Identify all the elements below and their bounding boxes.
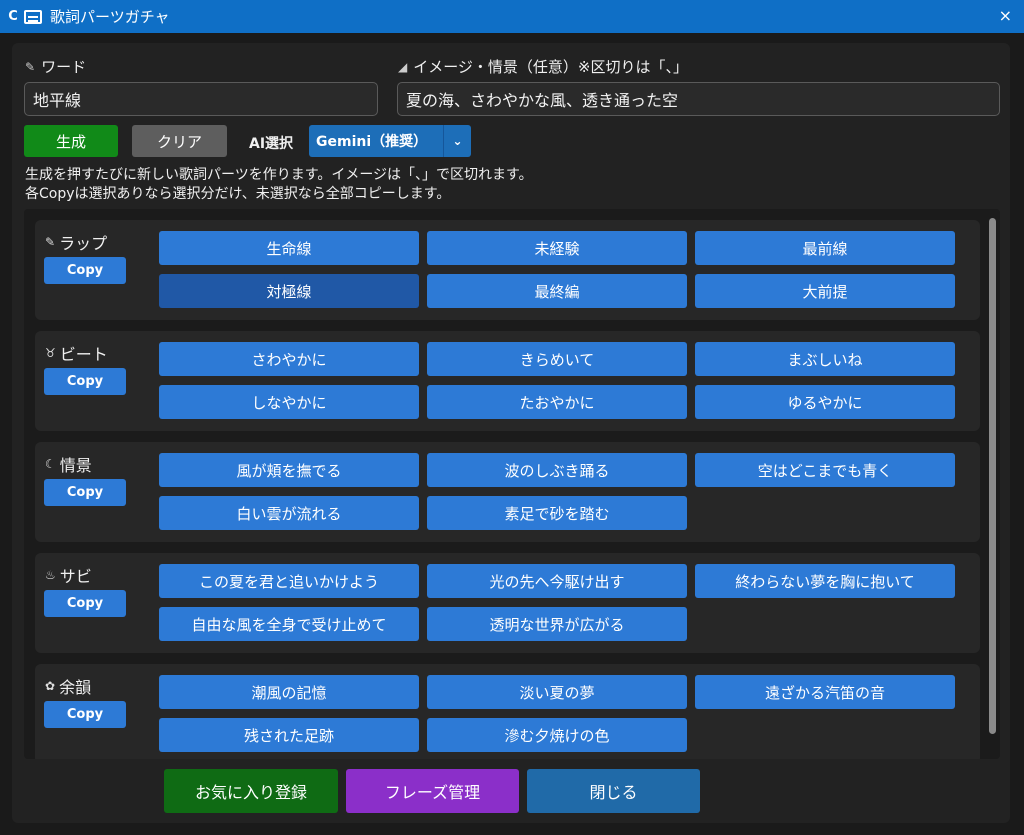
scrollbar[interactable] bbox=[989, 218, 996, 734]
word-label: ワード bbox=[41, 58, 87, 76]
image-label-row: ◢ イメージ・情景（任意）※区切りは「、」 bbox=[398, 56, 688, 77]
chip[interactable]: 淡い夏の夢 bbox=[427, 675, 687, 709]
chip[interactable]: 透明な世界が広がる bbox=[427, 607, 687, 641]
chip[interactable]: 最終編 bbox=[427, 274, 687, 308]
favorite-button[interactable]: お気に入り登録 bbox=[164, 769, 338, 813]
chip[interactable]: 風が頬を撫でる bbox=[159, 453, 419, 487]
wave-icon: ◢ bbox=[398, 59, 408, 74]
section-title: ✿ 余韻 bbox=[45, 678, 92, 697]
chip[interactable]: まぶしいね bbox=[695, 342, 955, 376]
close-button[interactable]: 閉じる bbox=[527, 769, 700, 813]
copy-button[interactable]: Copy bbox=[44, 368, 126, 395]
microphone-icon: ✎ bbox=[45, 235, 56, 249]
section-chorus: ♨ サビ Copy この夏を君と追いかけよう 光の先へ今駆け出す 終わらない夢を胸… bbox=[35, 553, 980, 653]
clear-button[interactable]: クリア bbox=[132, 125, 227, 157]
section-afterglow: ✿ 余韻 Copy 潮風の記憶 淡い夏の夢 遠ざかる汽笛の音 残された足跡 滲む夕… bbox=[35, 664, 980, 759]
section-title: ✎ ラップ bbox=[45, 234, 108, 253]
copy-button[interactable]: Copy bbox=[44, 257, 126, 284]
phrase-manage-button[interactable]: フレーズ管理 bbox=[346, 769, 519, 813]
app-logo-icon: C bbox=[8, 9, 18, 24]
chip[interactable]: さわやかに bbox=[159, 342, 419, 376]
chip[interactable]: きらめいて bbox=[427, 342, 687, 376]
flower-icon: ✿ bbox=[45, 679, 56, 693]
chip[interactable]: 遠ざかる汽笛の音 bbox=[695, 675, 955, 709]
chip[interactable]: 空はどこまでも青く bbox=[695, 453, 955, 487]
window-title: 歌詞パーツガチャ bbox=[50, 8, 170, 26]
copy-button[interactable]: Copy bbox=[44, 590, 126, 617]
word-label-row: ✎ ワード bbox=[25, 56, 86, 77]
copy-button[interactable]: Copy bbox=[44, 479, 126, 506]
section-title: ☾ 情景 bbox=[45, 456, 92, 475]
moon-icon: ☾ bbox=[45, 457, 56, 471]
chip[interactable]: 白い雲が流れる bbox=[159, 496, 419, 530]
chip[interactable]: しなやかに bbox=[159, 385, 419, 419]
drop-icon: ♨ bbox=[45, 568, 56, 582]
chip[interactable]: 波のしぶき踊る bbox=[427, 453, 687, 487]
copy-button[interactable]: Copy bbox=[44, 701, 126, 728]
chip[interactable]: 残された足跡 bbox=[159, 718, 419, 752]
image-input[interactable]: 夏の海、さわやかな風、透き通った空 bbox=[397, 82, 1000, 116]
chip[interactable]: 素足で砂を踏む bbox=[427, 496, 687, 530]
ai-model-value: Gemini（推奨） bbox=[316, 134, 428, 150]
close-window-button[interactable]: × bbox=[999, 6, 1012, 25]
chip[interactable]: 光の先へ今駆け出す bbox=[427, 564, 687, 598]
word-input[interactable]: 地平線 bbox=[24, 82, 378, 116]
chevron-down-icon[interactable]: ⌄ bbox=[443, 125, 471, 157]
chip[interactable]: 終わらない夢を胸に抱いて bbox=[695, 564, 955, 598]
help-text-2: 各Copyは選択ありなら選択分だけ、未選択なら全部コピーします。 bbox=[25, 186, 451, 202]
chip[interactable]: 潮風の記憶 bbox=[159, 675, 419, 709]
section-scene: ☾ 情景 Copy 風が頬を撫でる 波のしぶき踊る 空はどこまでも青く 白い雲が流… bbox=[35, 442, 980, 542]
image-label: イメージ・情景（任意）※区切りは「、」 bbox=[413, 58, 689, 76]
parts-list[interactable]: ✎ ラップ Copy 生命線 未経験 最前線 対極線 最終編 大前提 ♉ ビート C… bbox=[24, 209, 1000, 759]
chip[interactable]: 自由な風を全身で受け止めて bbox=[159, 607, 419, 641]
section-rap: ✎ ラップ Copy 生命線 未経験 最前線 対極線 最終編 大前提 bbox=[35, 220, 980, 320]
chip[interactable]: 生命線 bbox=[159, 231, 419, 265]
ai-select-label: AI選択 bbox=[249, 136, 294, 152]
title-bar: C 歌詞パーツガチャ × bbox=[0, 0, 1024, 33]
keyboard-icon bbox=[24, 9, 42, 24]
generate-button[interactable]: 生成 bbox=[24, 125, 118, 157]
chip-selected[interactable]: 対極線 bbox=[159, 274, 419, 308]
chip[interactable]: たおやかに bbox=[427, 385, 687, 419]
chip[interactable]: 未経験 bbox=[427, 231, 687, 265]
section-title: ♉ ビート bbox=[45, 345, 108, 364]
chip[interactable]: この夏を君と追いかけよう bbox=[159, 564, 419, 598]
beat-icon: ♉ bbox=[45, 346, 56, 360]
ai-model-select[interactable]: Gemini（推奨） ⌄ bbox=[309, 125, 471, 157]
chip[interactable]: 滲む夕焼けの色 bbox=[427, 718, 687, 752]
section-title: ♨ サビ bbox=[45, 567, 92, 586]
chip[interactable]: ゆるやかに bbox=[695, 385, 955, 419]
chip[interactable]: 大前提 bbox=[695, 274, 955, 308]
microphone-icon: ✎ bbox=[25, 59, 36, 74]
help-text-1: 生成を押すたびに新しい歌詞パーツを作ります。イメージは「、」で区切れます。 bbox=[25, 167, 533, 183]
chip[interactable]: 最前線 bbox=[695, 231, 955, 265]
section-beat: ♉ ビート Copy さわやかに きらめいて まぶしいね しなやかに たおやかに … bbox=[35, 331, 980, 431]
